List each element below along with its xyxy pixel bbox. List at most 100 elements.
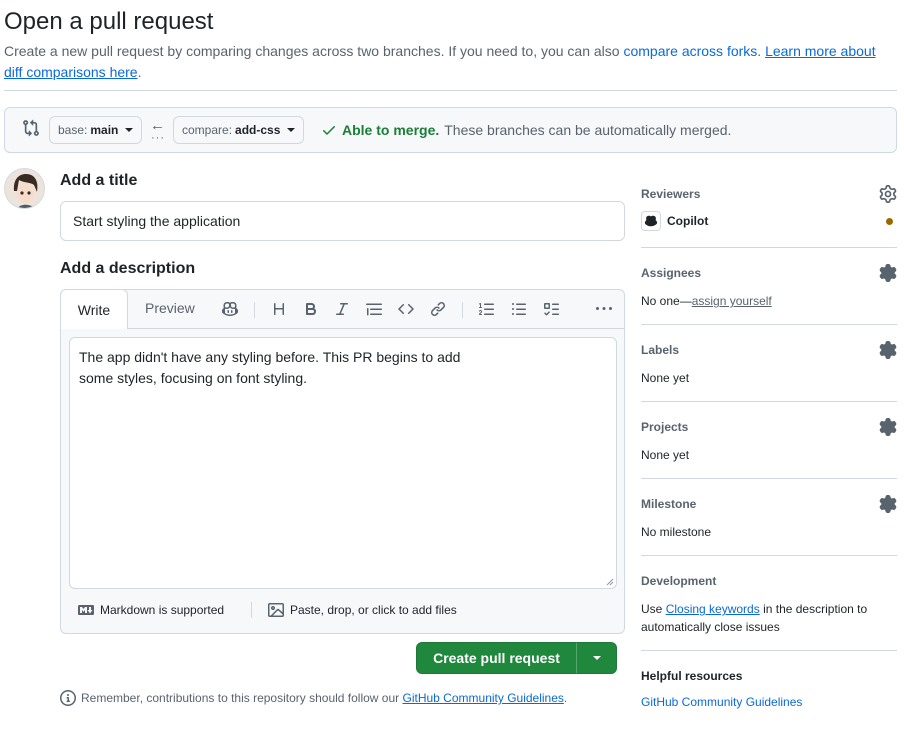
markdown-note-text: Markdown is supported — [100, 603, 225, 617]
milestone-title: Milestone — [641, 497, 697, 511]
assign-yourself-link[interactable]: assign yourself — [692, 294, 772, 308]
attach-files[interactable]: Paste, drop, or click to add files — [268, 602, 457, 618]
development-prefix: Use — [641, 602, 666, 616]
title-input[interactable] — [60, 201, 625, 241]
remember-end: . — [563, 691, 568, 705]
bold-icon[interactable] — [300, 298, 322, 320]
create-pr-options-button[interactable] — [577, 643, 616, 673]
merge-status: Able to merge. These branches can be aut… — [321, 122, 731, 138]
resize-grip-icon[interactable] — [606, 578, 614, 586]
image-icon — [268, 603, 284, 617]
footer-separator — [251, 602, 252, 618]
gear-icon[interactable] — [879, 495, 897, 513]
chevron-down-icon — [287, 128, 296, 132]
reviewer-name: Copilot — [667, 214, 709, 228]
base-branch-name: main — [90, 123, 119, 137]
helpful-resources-section: Helpful resources GitHub Community Guide… — [641, 669, 897, 711]
sidebar-divider — [641, 401, 897, 402]
markdown-icon — [78, 605, 94, 615]
ellipsis-icon: ··· — [151, 132, 165, 144]
description-textarea[interactable]: The app didn't have any styling before. … — [69, 337, 617, 589]
kebab-horizontal-icon[interactable] — [593, 298, 615, 320]
toolbar-divider — [127, 328, 625, 329]
labels-title: Labels — [641, 343, 680, 357]
gear-icon[interactable] — [879, 341, 897, 359]
reviewer-item[interactable]: Copilot — [641, 211, 897, 231]
closing-keywords-link[interactable]: Closing keywords — [666, 602, 760, 616]
copilot-icon[interactable] — [219, 298, 241, 320]
subtitle-separator: . — [757, 43, 766, 59]
reviewers-section: Reviewers Copilot — [641, 185, 897, 231]
assignees-value: No one—assign yourself — [641, 292, 897, 310]
title-label: Add a title — [60, 172, 138, 189]
create-pr-button-group: Create pull request — [416, 642, 617, 674]
sidebar-divider — [641, 555, 897, 556]
git-compare-icon — [23, 119, 39, 137]
projects-section: Projects None yet — [641, 418, 897, 464]
compare-branch-name: add-css — [235, 123, 281, 137]
assignees-section: Assignees No one—assign yourself — [641, 264, 897, 310]
chevron-down-icon — [592, 656, 601, 660]
development-title: Development — [641, 574, 717, 588]
description-editor: Write Preview The app didn't have any st… — [60, 289, 625, 634]
gear-icon[interactable] — [879, 264, 897, 282]
development-section: Development Use Closing keywords in the … — [641, 574, 897, 636]
info-icon — [60, 690, 76, 706]
sidebar-divider — [641, 650, 897, 651]
sidebar-divider — [641, 247, 897, 248]
labels-section: Labels None yet — [641, 341, 897, 387]
compare-branch-select[interactable]: compare: add-css — [173, 116, 305, 144]
quote-icon[interactable] — [363, 298, 385, 320]
sidebar-divider — [641, 478, 897, 479]
create-pr-button[interactable]: Create pull request — [417, 643, 577, 673]
chevron-down-icon — [125, 128, 134, 132]
base-prefix: base: — [58, 123, 88, 137]
header-divider — [4, 90, 897, 91]
milestone-value: No milestone — [641, 525, 712, 539]
page-subtitle: Create a new pull request by comparing c… — [4, 41, 884, 83]
tab-write[interactable]: Write — [60, 289, 128, 329]
subtitle-text: Create a new pull request by comparing c… — [4, 43, 624, 59]
milestone-section: Milestone No milestone — [641, 495, 897, 541]
heading-icon[interactable] — [268, 298, 290, 320]
avatar — [4, 168, 45, 209]
merge-ok-text: Able to merge. — [342, 122, 440, 138]
development-value: Use Closing keywords in the description … — [641, 600, 897, 636]
copilot-icon — [641, 211, 661, 231]
projects-title: Projects — [641, 420, 689, 434]
resources-guidelines-link[interactable]: GitHub Community Guidelines — [641, 695, 802, 709]
community-guidelines-link[interactable]: GitHub Community Guidelines — [403, 691, 564, 705]
labels-value: None yet — [641, 371, 690, 385]
pending-status-dot — [886, 217, 893, 225]
bulleted-list-icon[interactable] — [508, 298, 530, 320]
reviewers-title: Reviewers — [641, 187, 701, 201]
gear-icon[interactable] — [879, 185, 897, 203]
subtitle-end: . — [137, 64, 142, 80]
assignees-none: No one— — [641, 294, 692, 308]
link-icon[interactable] — [427, 298, 449, 320]
tab-preview[interactable]: Preview — [145, 300, 195, 316]
task-list-icon[interactable] — [540, 298, 562, 320]
compare-prefix: compare: — [182, 123, 233, 137]
sidebar-divider — [641, 324, 897, 325]
projects-value: None yet — [641, 448, 690, 462]
toolbar-separator — [462, 302, 463, 318]
markdown-note[interactable]: Markdown is supported — [78, 602, 224, 618]
attach-note-text: Paste, drop, or click to add files — [290, 603, 457, 617]
contribution-reminder: Remember, contributions to this reposito… — [60, 690, 567, 706]
code-icon[interactable] — [395, 298, 417, 320]
numbered-list-icon[interactable] — [476, 298, 498, 320]
base-branch-select[interactable]: base: main — [49, 116, 143, 144]
helpful-resources-title: Helpful resources — [641, 669, 743, 683]
assignees-title: Assignees — [641, 266, 702, 280]
compare-forks-link[interactable]: compare across forks — [623, 43, 757, 59]
page-title: Open a pull request — [4, 8, 214, 35]
check-icon — [323, 126, 335, 135]
remember-text: Remember, contributions to this reposito… — [81, 691, 403, 705]
merge-message: These branches can be automatically merg… — [444, 122, 732, 138]
italic-icon[interactable] — [331, 298, 353, 320]
branch-range-bar: base: main ← ··· compare: add-css Able t… — [4, 107, 897, 153]
gear-icon[interactable] — [879, 418, 897, 436]
description-label: Add a description — [60, 260, 196, 277]
toolbar-separator — [254, 302, 255, 318]
